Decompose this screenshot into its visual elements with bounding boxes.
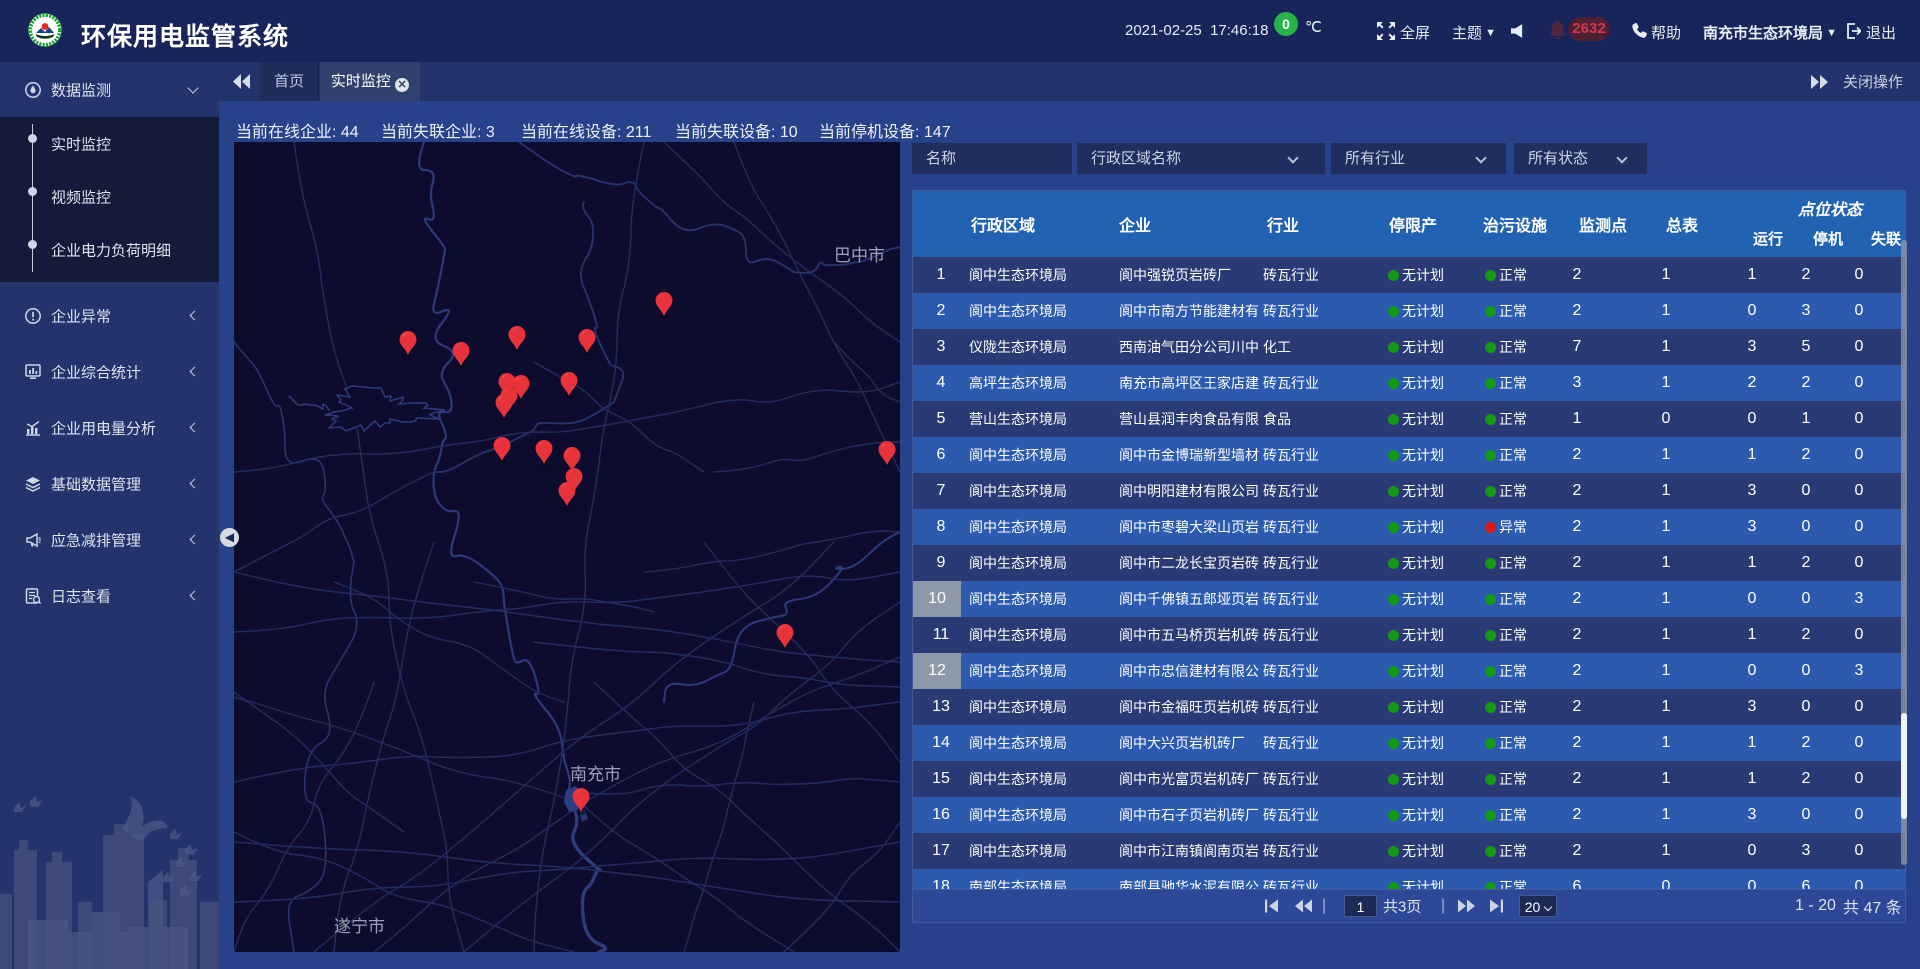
- svg-text:遂宁市: 遂宁市: [334, 917, 385, 936]
- svg-text:南充市: 南充市: [570, 765, 621, 784]
- svg-text:巴中市: 巴中市: [834, 246, 885, 265]
